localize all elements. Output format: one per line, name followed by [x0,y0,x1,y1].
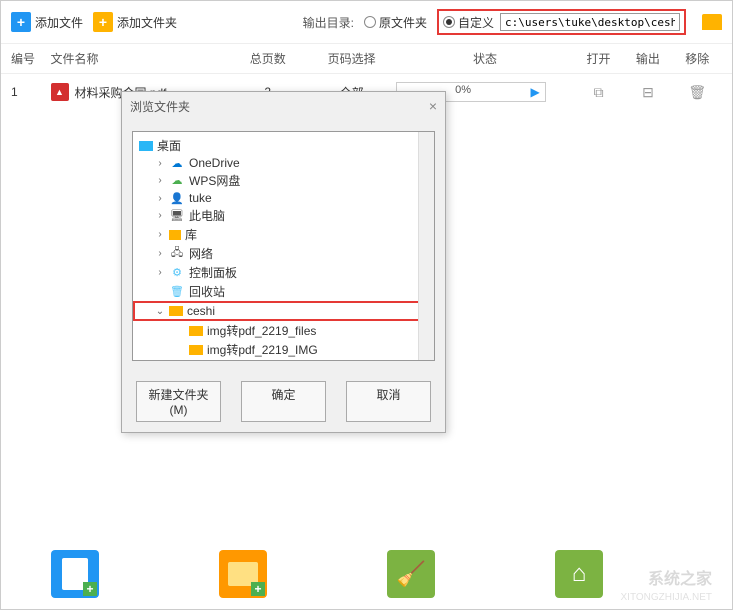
header-num: 编号 [11,50,51,67]
tree-wps[interactable]: ›☁WPS网盘 [135,171,432,190]
tree-ceshi[interactable]: ⌄ceshi [133,301,434,321]
expand-icon[interactable]: › [155,210,165,221]
header-name: 文件名称 [51,50,229,67]
radio-icon [364,16,376,28]
dialog-title: 浏览文件夹 [130,98,190,115]
close-icon[interactable]: × [429,98,437,115]
tree-desktop[interactable]: 桌面 [135,136,432,155]
doc-tool-button[interactable]: + [51,550,99,598]
output-icon[interactable]: ⊟ [642,84,654,100]
plus-icon: + [11,12,31,32]
row-num: 1 [11,85,51,99]
watermark-sub: XITONGZHIJIA.NET [621,592,713,603]
expand-icon[interactable]: › [155,248,165,259]
scrollbar-vertical[interactable] [418,132,434,360]
browse-folder-button[interactable] [702,14,722,30]
user-icon: 👤 [169,191,185,205]
library-icon [169,230,181,240]
tree-network[interactable]: ›🖧网络 [135,244,432,263]
ok-button[interactable]: 确定 [241,381,326,422]
watermark-text: 系统之家 [648,565,712,589]
radio-custom[interactable]: 自定义 [443,14,494,31]
tree-subfolder[interactable]: img转pdf_2219_IMG [135,340,432,359]
folder-icon [189,345,203,355]
folder-tool-button[interactable]: + [219,550,267,598]
tree-tuke[interactable]: ›👤tuke [135,190,432,206]
add-folder-label: 添加文件夹 [117,14,177,31]
collapse-icon[interactable]: ⌄ [155,306,165,317]
home-tool-button[interactable]: ⌂ [555,550,603,598]
clean-tool-button[interactable]: 🧹 [387,550,435,598]
output-dir-label: 输出目录: [303,14,354,31]
control-icon: ⚙ [169,266,185,280]
tree-subfolder[interactable]: PC端软件产品刊例推广资料_files [135,359,432,361]
bin-icon: 🗑 [169,285,185,299]
header-status: 状态 [396,50,574,67]
browse-folder-dialog: 浏览文件夹 × 桌面 ›☁OneDrive ›☁WPS网盘 ›👤tuke ›🖥此… [121,91,446,433]
header-pages: 总页数 [228,50,307,67]
expand-icon[interactable]: › [155,158,165,169]
house-icon: ⌂ [572,560,587,588]
tree-subfolder[interactable]: img转pdf_2219_files [135,321,432,340]
play-button[interactable]: ▶ [526,84,544,100]
folder-tree[interactable]: 桌面 ›☁OneDrive ›☁WPS网盘 ›👤tuke ›🖥此电脑 ›库 ›🖧… [132,131,435,361]
tree-onedrive[interactable]: ›☁OneDrive [135,155,432,171]
plus-badge-icon: + [251,582,265,596]
broom-icon: 🧹 [396,560,426,589]
cloud-icon: ☁ [169,156,185,170]
custom-output-highlight: 自定义 [437,9,686,35]
tree-thispc[interactable]: ›🖥此电脑 [135,206,432,225]
output-path-input[interactable] [500,13,680,31]
add-file-button[interactable]: + 添加文件 [11,12,83,32]
new-folder-button[interactable]: 新建文件夹(M) [136,381,221,422]
expand-icon[interactable]: › [155,175,165,186]
open-icon[interactable]: ⧉ [594,84,604,100]
add-file-label: 添加文件 [35,14,83,31]
plus-icon: + [93,12,113,32]
network-icon: 🖧 [169,247,185,261]
header-sel: 页码选择 [307,50,396,67]
folder-icon [169,306,183,316]
plus-badge-icon: + [83,582,97,596]
cancel-button[interactable]: 取消 [346,381,431,422]
delete-icon[interactable]: 🗑 [688,84,706,100]
expand-icon[interactable]: › [155,193,165,204]
radio-checked-icon [443,16,455,28]
radio-original-label: 原文件夹 [379,14,427,31]
tree-lib[interactable]: ›库 [135,225,432,244]
expand-icon[interactable]: › [155,267,165,278]
pdf-icon: ▲ [51,83,69,101]
cloud-icon: ☁ [169,174,185,188]
header-del: 移除 [673,50,722,67]
radio-original-folder[interactable]: 原文件夹 [364,14,427,31]
header-open: 打开 [574,50,623,67]
desktop-icon [139,141,153,151]
tree-control-panel[interactable]: ›⚙控制面板 [135,263,432,282]
add-folder-button[interactable]: + 添加文件夹 [93,12,177,32]
folder-icon [189,326,203,336]
header-out: 输出 [623,50,672,67]
tree-recycle-bin[interactable]: 🗑回收站 [135,282,432,301]
radio-custom-label: 自定义 [458,14,494,31]
expand-icon[interactable]: › [155,229,165,240]
table-header: 编号 文件名称 总页数 页码选择 状态 打开 输出 移除 [1,44,732,74]
pc-icon: 🖥 [169,209,185,223]
